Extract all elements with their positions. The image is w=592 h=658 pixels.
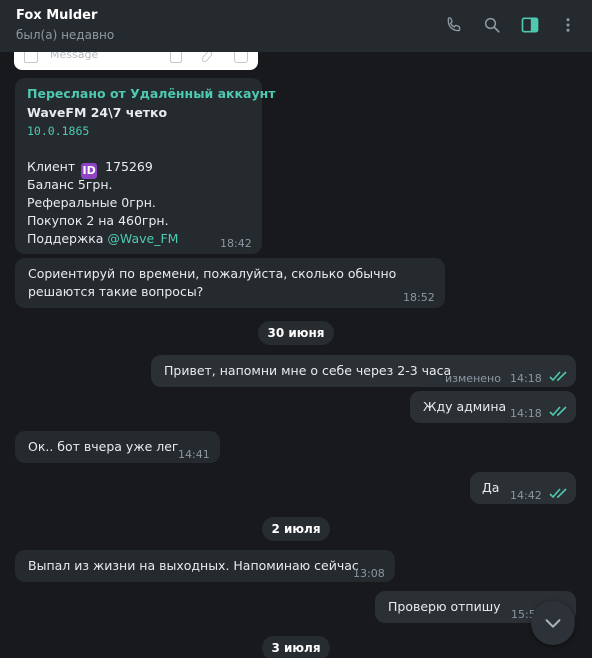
grid-icon <box>170 52 182 63</box>
read-ticks-icon <box>549 371 567 382</box>
message-text: Сориентируй по времени, пожалуйста, скол… <box>28 266 397 281</box>
date-separator: 30 июня <box>258 321 334 345</box>
chat-title[interactable]: Fox Mulder <box>16 8 97 23</box>
message-in[interactable]: Сориентируй по времени, пожалуйста, скол… <box>15 258 445 308</box>
chat-status: был(а) недавно <box>16 28 115 42</box>
read-ticks-icon <box>549 406 567 417</box>
message-text: Да <box>482 480 500 495</box>
message-time: 14:41 <box>178 448 210 461</box>
client-label: Клиент <box>27 159 76 174</box>
scroll-to-bottom-button[interactable] <box>531 601 575 645</box>
forward-ip: 10.0.1865 <box>27 124 90 138</box>
search-icon[interactable] <box>481 14 503 36</box>
attach-icon <box>200 52 214 64</box>
more-vertical-icon[interactable] <box>557 14 579 36</box>
support-label: Поддержка <box>27 231 104 246</box>
message-time: 18:42 <box>220 237 252 250</box>
inline-card: Message <box>14 52 258 70</box>
message-text: Ок.. бот вчера уже лег <box>28 439 179 454</box>
date-separator: 2 июля <box>262 517 330 541</box>
message-list[interactable]: Message Переслано от Удалённый аккаунт W… <box>0 52 592 658</box>
support-link[interactable]: @Wave_FM <box>107 231 178 246</box>
edited-label: изменено <box>445 372 501 385</box>
phone-icon[interactable] <box>443 14 465 36</box>
sidebar-toggle-icon[interactable] <box>519 14 541 36</box>
message-text: Жду админа <box>423 399 507 414</box>
message-time: 13:08 <box>353 567 385 580</box>
message-time: 14:42 <box>510 489 542 502</box>
client-number: 175269 <box>105 159 153 174</box>
message-text: Привет, напомни мне о себе через 2-3 час… <box>164 363 452 378</box>
emoji-icon <box>24 52 38 63</box>
read-ticks-icon <box>549 488 567 499</box>
forwarded-message[interactable]: Переслано от Удалённый аккаунт WaveFM 24… <box>15 78 275 254</box>
forward-balance: Баланс 5грн. <box>27 177 113 192</box>
forward-line-title: WaveFM 24\7 четко <box>27 105 168 120</box>
message-out[interactable]: Да 14:42 <box>470 472 576 504</box>
camera-icon <box>234 52 248 63</box>
date-separator: 3 июля <box>262 636 330 658</box>
message-text: Выпал из жизни на выходных. Напоминаю се… <box>28 558 359 573</box>
message-text: решаются такие вопросы? <box>28 284 204 299</box>
card-placeholder: Message <box>50 52 99 61</box>
message-in[interactable]: Выпал из жизни на выходных. Напоминаю се… <box>15 550 395 582</box>
forward-support: Поддержка @Wave_FM <box>27 230 178 248</box>
chat-header: Fox Mulder был(а) недавно <box>0 0 592 52</box>
message-in[interactable]: Ок.. бот вчера уже лег 14:41 <box>15 431 220 463</box>
message-text: Проверю отпишу <box>388 599 501 614</box>
message-out[interactable]: Привет, напомни мне о себе через 2-3 час… <box>151 355 576 387</box>
forwarded-from-label[interactable]: Переслано от Удалённый аккаунт <box>27 85 275 103</box>
message-time: 18:52 <box>403 291 435 304</box>
message-out[interactable]: Жду админа 14:18 <box>410 391 576 423</box>
chevron-down-icon <box>545 619 561 628</box>
message-time: 14:18 <box>510 372 542 385</box>
message-time: 14:18 <box>510 407 542 420</box>
forward-referral: Реферальные 0грн. <box>27 195 156 210</box>
forward-purchases: Покупок 2 на 460грн. <box>27 213 169 228</box>
